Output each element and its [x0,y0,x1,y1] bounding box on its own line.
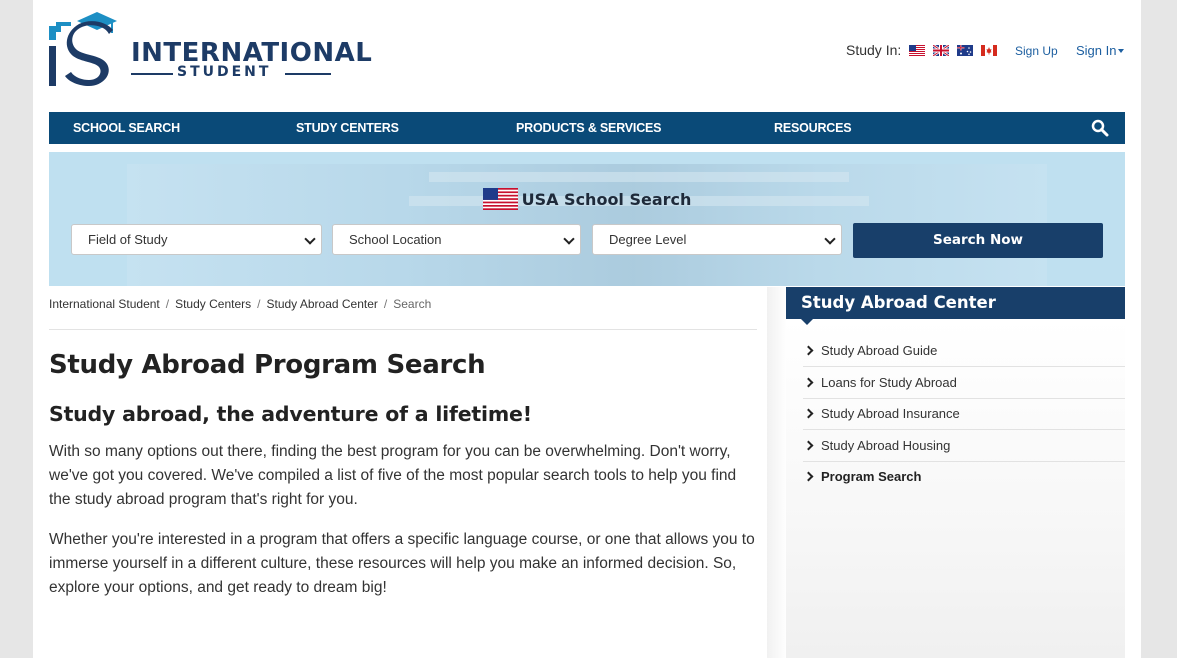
field-of-study-select[interactable]: Field of Study [71,224,322,255]
chevron-right-icon [803,440,814,451]
chevron-down-icon [304,233,316,245]
sidebar-shadow [767,287,787,658]
hero-flag-stripe [429,172,849,182]
breadcrumb-item[interactable]: Study Centers [175,297,251,311]
page-title: Study Abroad Program Search [49,350,486,380]
chevron-right-icon [803,345,814,356]
degree-level-value: Degree Level [609,232,687,247]
chevron-right-icon [803,408,814,419]
sidebar-item-insurance[interactable]: Study Abroad Insurance [803,398,1125,430]
logo-rule-left [131,73,173,75]
logo-rule-right [285,73,331,75]
au-flag-icon[interactable] [956,45,973,56]
breadcrumb: International Student / Study Centers / Stud… [49,297,431,311]
site-logo[interactable]: INTERNATIONAL STUDENT [49,12,372,90]
sidebar-item-label: Study Abroad Guide [821,343,938,358]
study-in-label: Study In: [846,42,902,58]
chevron-right-icon [803,377,814,388]
study-in-selector: Study In: [846,42,997,58]
sign-up-link[interactable]: Sign Up [1015,44,1058,58]
caret-down-icon [1118,49,1125,53]
intro-paragraph: With so many options out there, finding … [49,443,737,508]
nav-item-study-centers[interactable]: STUDY CENTERS [296,112,399,144]
sidebar-item-housing[interactable]: Study Abroad Housing [803,430,1125,462]
school-search-hero: USA School Search Field of Study School … [49,152,1125,286]
sidebar-item-label: Loans for Study Abroad [821,375,957,390]
breadcrumb-separator: / [257,297,261,311]
sidebar-item-program-search[interactable]: Program Search [803,461,1125,492]
chevron-down-icon [824,233,836,245]
nav-item-school-search[interactable]: SCHOOL SEARCH [73,112,180,144]
us-flag-icon [482,188,518,210]
sidebar-title: Study Abroad Center [786,287,1125,325]
sidebar-item-loans[interactable]: Loans for Study Abroad [803,367,1125,399]
field-of-study-value: Field of Study [88,232,168,247]
nav-item-products-services[interactable]: PRODUCTS & SERVICES [516,112,662,144]
search-icon[interactable] [1091,119,1109,137]
hero-title: USA School Search [49,188,1125,210]
search-now-button[interactable]: Search Now [853,223,1103,258]
sidebar-item-label: Program Search [821,469,922,484]
breadcrumb-separator: / [383,297,388,311]
degree-level-select[interactable]: Degree Level [592,224,842,255]
divider [49,329,757,330]
sign-in-label: Sign In [1076,43,1117,58]
logo-word-student: STUDENT [177,64,272,80]
ca-flag-icon[interactable] [980,45,997,56]
breadcrumb-item[interactable]: International Student [49,297,160,311]
page-subtitle: Study abroad, the adventure of a lifetim… [49,402,532,426]
sign-in-dropdown[interactable]: Sign In [1076,43,1125,58]
nav-item-resources[interactable]: RESOURCES [774,112,852,144]
school-location-value: School Location [349,232,442,247]
hero-title-text: USA School Search [521,190,692,209]
body-paragraph: Whether you're interested in a program t… [49,531,755,596]
page: INTERNATIONAL STUDENT Study In: Sign Up … [33,0,1141,658]
logo-mark-icon [49,12,117,86]
breadcrumb-item[interactable]: Study Abroad Center [266,297,377,311]
uk-flag-icon[interactable] [933,45,950,56]
sidebar-item-study-abroad-guide[interactable]: Study Abroad Guide [803,335,1125,367]
us-flag-icon[interactable] [909,45,926,56]
breadcrumb-current: Search [393,297,432,311]
sidebar-item-label: Study Abroad Insurance [821,406,960,421]
chevron-down-icon [563,233,575,245]
chevron-right-icon [803,471,814,482]
sidebar-item-label: Study Abroad Housing [821,438,951,453]
main-nav: SCHOOL SEARCH STUDY CENTERS PRODUCTS & S… [49,112,1125,144]
school-location-select[interactable]: School Location [332,224,581,255]
breadcrumb-separator: / [165,297,170,311]
